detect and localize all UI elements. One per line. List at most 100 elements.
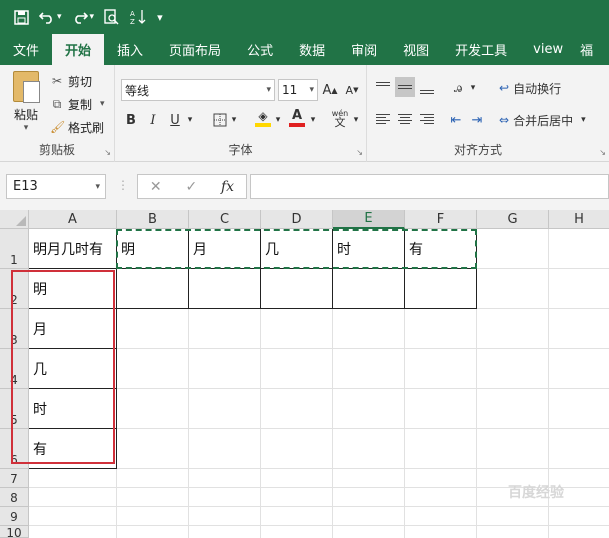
align-middle-icon[interactable] xyxy=(395,77,415,97)
merge-dropdown-icon[interactable]: ▾ xyxy=(581,115,586,125)
resize-handle-icon[interactable]: ⋮ xyxy=(117,178,129,192)
watermark: 百度经验 xyxy=(508,485,564,501)
column-header-g[interactable]: G xyxy=(477,210,549,229)
ribbon: 粘贴 ▾ ✂ 剪切 ⧉ 复制 ▾ 🖌 格式刷 剪贴板 ↘ 等线 ▾ 11 ▾ A ▲ … xyxy=(0,65,609,162)
shrink-font-button[interactable]: A ▼ xyxy=(344,79,360,101)
font-color-icon[interactable]: A xyxy=(287,107,307,129)
sort-icon[interactable]: AZ xyxy=(129,6,147,28)
font-color-dropdown-icon[interactable]: ▾ xyxy=(308,109,318,131)
cancel-icon[interactable]: ✕ xyxy=(150,179,162,195)
borders-icon[interactable] xyxy=(211,109,229,131)
bold-button[interactable]: B xyxy=(123,109,139,131)
copy-marquee xyxy=(116,229,477,269)
grow-font-button[interactable]: A ▲ xyxy=(322,79,338,101)
format-painter-button[interactable]: 🖌 格式刷 xyxy=(50,117,104,137)
name-box[interactable]: E13 ▾ xyxy=(6,174,106,199)
undo-dropdown-icon[interactable]: ▾ xyxy=(57,6,62,28)
wrap-text-button[interactable]: ↩ 自动换行 xyxy=(499,77,561,99)
column-header-h[interactable]: H xyxy=(549,210,609,229)
print-preview-icon[interactable] xyxy=(104,6,119,28)
cut-button[interactable]: ✂ 剪切 xyxy=(50,71,92,91)
clipboard-group: 粘贴 ▾ ✂ 剪切 ⧉ 复制 ▾ 🖌 格式刷 剪贴板 ↘ xyxy=(0,65,115,162)
paste-icon xyxy=(13,71,40,103)
borders-dropdown-icon[interactable]: ▾ xyxy=(229,109,239,131)
copy-dropdown-icon[interactable]: ▾ xyxy=(100,99,105,109)
tab-review[interactable]: 审阅 xyxy=(338,34,390,65)
row-header-9[interactable]: 9 xyxy=(0,507,29,526)
dialog-launcher-icon[interactable]: ↘ xyxy=(104,148,111,157)
column-header-d[interactable]: D xyxy=(261,210,333,229)
customize-icon[interactable]: ▾ xyxy=(157,6,163,28)
redo-dropdown-icon[interactable]: ▾ xyxy=(90,6,95,28)
align-center-icon[interactable] xyxy=(395,109,415,129)
decrease-indent-icon[interactable]: ⇤ xyxy=(447,109,465,131)
formula-input[interactable] xyxy=(250,174,609,199)
paste-button[interactable]: 粘贴 ▾ xyxy=(8,71,44,133)
chevron-down-icon: ▾ xyxy=(95,181,100,192)
redo-icon[interactable] xyxy=(72,6,88,28)
chevron-down-icon: ▾ xyxy=(266,85,271,95)
tab-formulas[interactable]: 公式 xyxy=(234,34,286,65)
font-size-select[interactable]: 11 ▾ xyxy=(278,79,318,101)
row-header-8[interactable]: 8 xyxy=(0,488,29,507)
tab-insert[interactable]: 插入 xyxy=(104,34,156,65)
font-group: 等线 ▾ 11 ▾ A ▲ A ▼ B I U ▾ ▾ ◈ ▾ A ▾ wén 文 ▾ 字… xyxy=(115,65,367,162)
align-top-icon[interactable] xyxy=(373,77,393,97)
dialog-launcher-icon[interactable]: ↘ xyxy=(356,148,363,157)
select-all-button[interactable] xyxy=(0,210,29,229)
formula-buttons: ✕ ✓ fx xyxy=(137,174,247,199)
align-left-icon[interactable] xyxy=(373,109,393,129)
highlight-box xyxy=(11,270,115,464)
underline-button[interactable]: U xyxy=(167,109,183,131)
svg-text:A: A xyxy=(130,10,135,18)
merge-center-button[interactable]: ⇔ 合并后居中 ▾ xyxy=(499,109,586,131)
font-name-select[interactable]: 等线 ▾ xyxy=(121,79,275,101)
formula-bar: E13 ▾ ⋮ ✕ ✓ fx xyxy=(0,162,609,210)
tab-developer[interactable]: 开发工具 xyxy=(442,34,520,65)
enter-icon[interactable]: ✓ xyxy=(185,179,197,195)
svg-text:Z: Z xyxy=(130,18,135,25)
orientation-dropdown-icon[interactable]: ▾ xyxy=(468,77,478,99)
fill-color-icon[interactable]: ◈ xyxy=(253,107,273,129)
tab-file[interactable]: 文件 xyxy=(0,34,52,65)
cell-a1[interactable]: 明月几时有 xyxy=(29,229,117,269)
phonetic-guide-icon[interactable]: wén 文 xyxy=(329,107,351,129)
underline-dropdown-icon[interactable]: ▾ xyxy=(185,109,195,131)
dialog-launcher-icon[interactable]: ↘ xyxy=(599,148,606,157)
ribbon-tabs: 文件 开始 插入 页面布局 公式 数据 审阅 视图 开发工具 view 福 xyxy=(0,34,609,65)
tab-view[interactable]: 视图 xyxy=(390,34,442,65)
tab-data[interactable]: 数据 xyxy=(286,34,338,65)
orientation-icon[interactable]: ꭿ xyxy=(447,77,469,99)
column-header-a[interactable]: A xyxy=(29,210,117,229)
row-header-7[interactable]: 7 xyxy=(0,469,29,488)
column-header-e[interactable]: E xyxy=(333,210,405,229)
tab-overflow[interactable]: 福 xyxy=(576,34,597,65)
merge-icon: ⇔ xyxy=(499,113,510,127)
column-header-b[interactable]: B xyxy=(117,210,189,229)
tab-page-layout[interactable]: 页面布局 xyxy=(156,34,234,65)
column-header-c[interactable]: C xyxy=(189,210,261,229)
save-icon[interactable] xyxy=(14,6,29,28)
paintbrush-icon: 🖌 xyxy=(50,120,66,134)
paste-dropdown-icon[interactable]: ▾ xyxy=(24,123,29,133)
row-header-10[interactable]: 10 xyxy=(0,526,29,538)
undo-icon[interactable] xyxy=(39,6,55,28)
tab-view-extra[interactable]: view xyxy=(520,34,576,65)
alignment-group-label: 对齐方式 xyxy=(453,143,502,157)
align-right-icon[interactable] xyxy=(417,109,437,129)
copy-icon: ⧉ xyxy=(52,96,62,111)
quick-access-toolbar: ▾ ▾ AZ ▾ xyxy=(0,0,609,34)
row-header-1[interactable]: 1 xyxy=(0,229,29,269)
tab-home[interactable]: 开始 xyxy=(52,34,105,65)
fill-color-dropdown-icon[interactable]: ▾ xyxy=(273,109,283,131)
worksheet: A B C D E F G H 1 2 3 4 5 6 7 8 9 10 明月几… xyxy=(0,210,609,538)
phonetic-dropdown-icon[interactable]: ▾ xyxy=(351,109,361,131)
font-group-label: 字体 xyxy=(228,143,253,157)
insert-function-icon[interactable]: fx xyxy=(221,179,234,195)
scissors-icon: ✂ xyxy=(51,74,63,88)
copy-button[interactable]: ⧉ 复制 ▾ xyxy=(50,94,105,114)
italic-button[interactable]: I xyxy=(145,109,161,131)
align-bottom-icon[interactable] xyxy=(417,79,437,99)
increase-indent-icon[interactable]: ⇥ xyxy=(468,109,486,131)
column-header-f[interactable]: F xyxy=(405,210,477,229)
